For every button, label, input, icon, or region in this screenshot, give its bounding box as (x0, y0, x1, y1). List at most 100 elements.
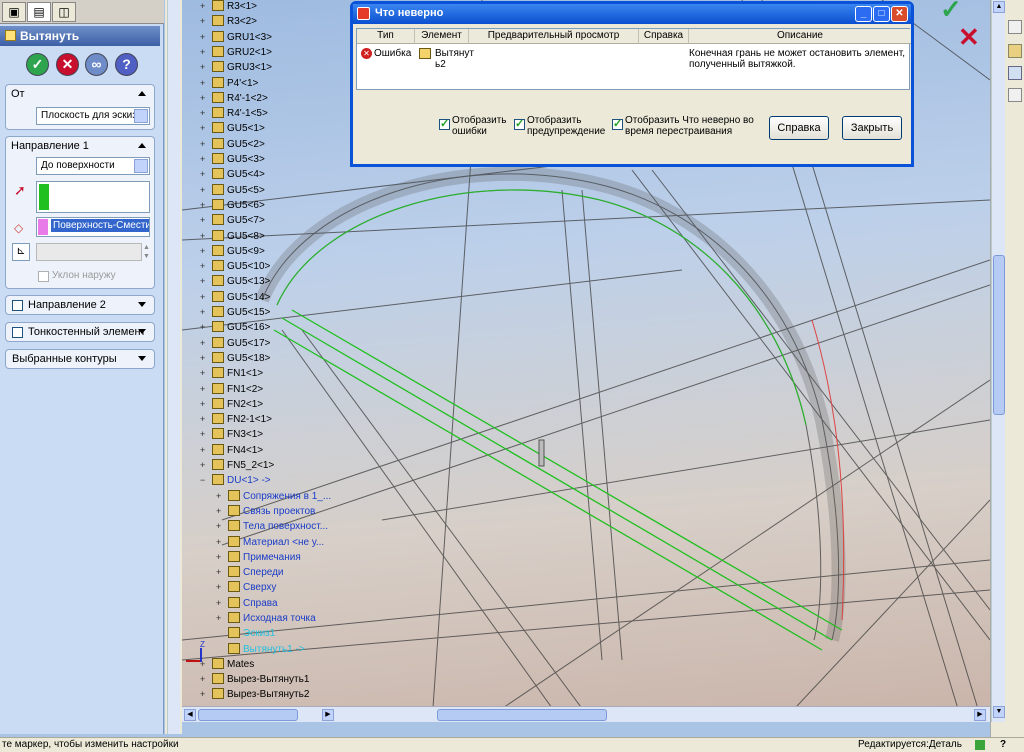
expand-icon[interactable]: + (216, 521, 224, 531)
thin-feature-checkbox[interactable] (12, 327, 23, 338)
tree-item[interactable]: + GU5<14> (200, 291, 270, 306)
feature-manager-tab[interactable]: ▣ (2, 2, 26, 22)
tree-item[interactable]: + Mates (200, 658, 254, 673)
expand-icon[interactable]: + (200, 292, 208, 302)
tree-item[interactable]: + Материал <не у... (216, 536, 324, 551)
expand-icon[interactable]: + (200, 139, 208, 149)
tree-item[interactable]: + Вырез-Вытянуть2 (200, 688, 309, 703)
scroll-up-icon[interactable]: ▲ (993, 1, 1005, 13)
tree-item[interactable]: + Тела поверхност... (216, 520, 328, 535)
tree-item[interactable]: Эскиз1 (216, 627, 275, 642)
tree-item[interactable]: + GRU1<3> (200, 31, 272, 46)
close-window-button[interactable]: ✕ (891, 6, 908, 22)
from-select[interactable]: Плоскость для эскиза (36, 107, 150, 125)
tree-item[interactable]: + FN4<1> (200, 444, 263, 459)
expand-icon[interactable]: + (200, 78, 208, 88)
property-manager-tab[interactable]: ▤ (27, 2, 51, 22)
collapse-icon[interactable] (138, 143, 146, 148)
expand-icon[interactable]: + (200, 215, 208, 225)
draft-angle-input[interactable] (36, 243, 142, 261)
expand-icon[interactable]: + (216, 506, 224, 516)
configuration-manager-tab[interactable]: ◫ (52, 2, 76, 22)
expand-icon[interactable]: + (200, 231, 208, 241)
tree-item[interactable]: + R3<1> (200, 0, 257, 15)
scroll-down-icon[interactable]: ▼ (993, 706, 1005, 718)
tree-item[interactable]: + GU5<9> (200, 245, 265, 260)
tree-item[interactable]: + Спереди (216, 566, 284, 581)
explorer-icon[interactable] (1008, 66, 1022, 80)
expand-icon[interactable]: + (200, 185, 208, 195)
tree-item[interactable]: + GRU2<1> (200, 46, 272, 61)
tree-item[interactable]: + R4'-1<5> (200, 107, 268, 122)
dialog-close-button[interactable]: Закрыть (842, 116, 902, 140)
library-icon[interactable] (1008, 44, 1022, 58)
tree-item[interactable]: + Вырез-Вытянуть1 (200, 673, 309, 688)
dialog-help-button[interactable]: Справка (769, 116, 829, 140)
expand-icon[interactable]: + (200, 445, 208, 455)
expand-icon[interactable]: + (216, 491, 224, 501)
tree-item[interactable]: + GU5<1> (200, 122, 265, 137)
direction-selection-box[interactable] (36, 181, 150, 213)
tree-item[interactable]: + Справа (216, 597, 278, 612)
tree-item[interactable]: + GU5<16> (200, 321, 270, 336)
expand-icon[interactable]: + (200, 353, 208, 363)
tree-item[interactable]: + FN2-1<1> (200, 413, 272, 428)
cancel-button[interactable]: ✕ (56, 53, 79, 76)
tree-item[interactable]: + GU5<6> (200, 199, 265, 214)
expand-icon[interactable]: + (216, 613, 224, 623)
expand-icon[interactable]: + (200, 414, 208, 424)
tree-item[interactable]: + P4'<1> (200, 77, 258, 92)
expand-icon[interactable]: + (200, 169, 208, 179)
tree-item[interactable]: + GU5<13> (200, 275, 270, 290)
expand-icon[interactable]: + (200, 322, 208, 332)
expand-icon[interactable]: + (200, 689, 208, 699)
expand-icon[interactable]: + (200, 399, 208, 409)
end-condition-select[interactable]: До поверхности (36, 157, 150, 175)
show-on-rebuild-checkbox[interactable] (612, 117, 623, 130)
expand-icon[interactable]: + (200, 47, 208, 57)
tree-item[interactable]: + GU5<5> (200, 184, 265, 199)
tree-item[interactable]: + R4'-1<2> (200, 92, 268, 107)
direction2-checkbox[interactable] (12, 300, 23, 311)
expand-icon[interactable]: + (200, 246, 208, 256)
scroll-right-icon[interactable]: ▶ (322, 709, 334, 721)
expand-icon[interactable]: + (200, 429, 208, 439)
ok-button[interactable]: ✓ (26, 53, 49, 76)
tree-item[interactable]: + GU5<7> (200, 214, 265, 229)
tree-item[interactable]: + FN1<1> (200, 367, 263, 382)
direction2-group[interactable]: Направление 2 (5, 295, 155, 315)
tree-item[interactable]: + GU5<8> (200, 230, 265, 245)
help-button[interactable]: ? (115, 53, 138, 76)
expand-icon[interactable]: + (200, 384, 208, 394)
expand-icon[interactable]: + (216, 552, 224, 562)
expand-icon[interactable]: + (200, 659, 208, 669)
tree-item[interactable]: + Связь проектов (216, 505, 315, 520)
column-header[interactable]: Описание (689, 29, 911, 44)
resources-icon[interactable] (1008, 20, 1022, 34)
reject-x-icon[interactable]: ✕ (958, 22, 980, 53)
preview-button[interactable]: ∞ (85, 53, 108, 76)
expand-icon[interactable]: + (200, 32, 208, 42)
expand-icon[interactable]: + (200, 93, 208, 103)
expand-icon[interactable]: + (200, 154, 208, 164)
expand-icon[interactable]: + (216, 567, 224, 577)
table-row[interactable]: ✕ Ошибка Вытянут ь2 Конечная грань не мо… (357, 45, 911, 75)
expand-icon[interactable]: + (216, 582, 224, 592)
expand-icon[interactable]: − (200, 475, 208, 485)
tree-item[interactable]: − DU<1> -> (200, 474, 271, 489)
tree-item[interactable]: + GU5<2> (200, 138, 265, 153)
tree-item[interactable]: + GU5<15> (200, 306, 270, 321)
tree-item[interactable]: + Исходная точка (216, 612, 316, 627)
scroll-left-icon[interactable]: ◀ (184, 709, 196, 721)
expand-icon[interactable]: + (200, 108, 208, 118)
expand-icon[interactable]: + (200, 307, 208, 317)
expand-icon[interactable]: + (200, 16, 208, 26)
expand-icon[interactable]: + (200, 123, 208, 133)
column-header[interactable]: Справка (639, 29, 689, 44)
tree-item[interactable]: + FN3<1> (200, 428, 263, 443)
expand-icon[interactable]: + (216, 598, 224, 608)
column-header[interactable]: Предварительный просмотр (469, 29, 639, 44)
scroll-right-icon[interactable]: ▶ (974, 709, 986, 721)
tree-item[interactable]: Вытянуть1 -> (216, 643, 305, 658)
expand-icon[interactable]: + (200, 1, 208, 11)
